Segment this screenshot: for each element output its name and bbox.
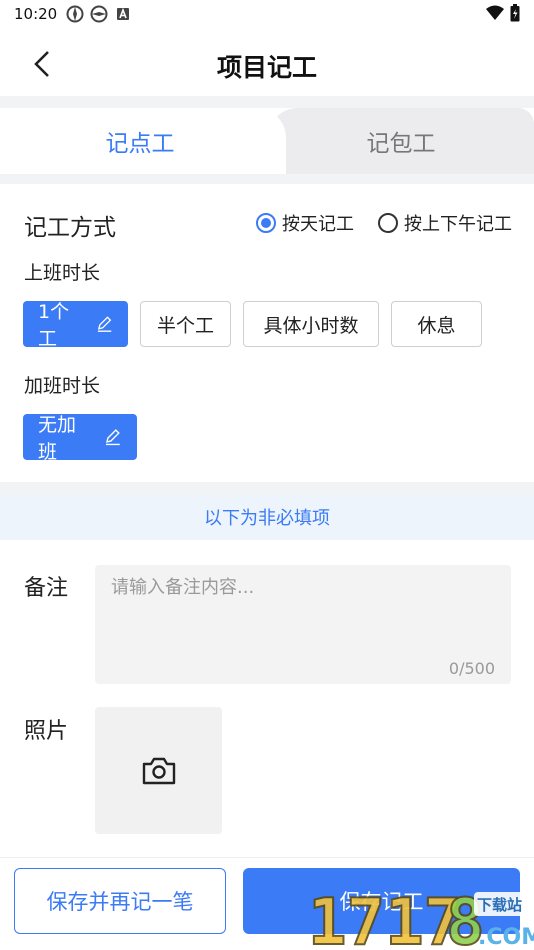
mode-label: 记工方式 — [24, 215, 116, 241]
edit-pencil-icon — [97, 316, 112, 332]
work-hours-label: 上班时长 — [24, 262, 101, 284]
save-and-next-button[interactable]: 保存并再记一笔 — [14, 868, 226, 934]
chip-label: 1个工 — [38, 301, 70, 350]
wifi-icon — [486, 5, 504, 20]
mode-radio-group: 按天记工 按上下午记工 — [256, 210, 512, 236]
app-notification-icon — [90, 5, 108, 23]
chip-half-day[interactable]: 半个工 — [140, 301, 231, 347]
add-photo-button[interactable] — [95, 707, 222, 834]
tab-point-work[interactable]: 记点工 — [0, 108, 280, 174]
work-form: 记工方式 按天记工 按上下午记工 上班时长 1个工 半个工 具体小时数 休息 加… — [0, 184, 534, 482]
radio-by-half-day[interactable]: 按上下午记工 — [378, 210, 512, 236]
system-icons — [486, 4, 520, 22]
radio-label: 按天记工 — [282, 214, 354, 235]
chip-no-overtime[interactable]: 无加班 — [23, 414, 137, 463]
bottom-action-bar: 保存并再记一笔 保存记工 — [0, 857, 534, 950]
divider — [0, 174, 534, 184]
a-badge-icon — [117, 7, 129, 20]
chip-specific-hours[interactable]: 具体小时数 — [243, 301, 379, 347]
chip-one-day[interactable]: 1个工 — [23, 301, 128, 350]
overtime-label: 加班时长 — [24, 375, 101, 397]
status-time: 10:20 — [14, 5, 58, 23]
radio-unchecked-icon — [378, 213, 398, 233]
remark-field[interactable]: 0/500 — [95, 565, 511, 684]
radio-checked-icon — [256, 213, 276, 233]
notification-icons — [66, 5, 132, 23]
overtime-options: 无加班 — [23, 414, 137, 463]
tab-bar: 记点工 记包工 — [0, 108, 534, 174]
edit-pencil-icon — [106, 429, 121, 446]
work-hours-options: 1个工 半个工 具体小时数 休息 — [23, 301, 482, 350]
radio-label: 按上下午记工 — [404, 214, 512, 235]
page-title: 项目记工 — [216, 53, 317, 82]
remark-input[interactable] — [111, 577, 491, 598]
radio-by-day[interactable]: 按天记工 — [256, 210, 354, 236]
battery-icon — [510, 4, 520, 22]
tab-contract-work[interactable]: 记包工 — [268, 108, 534, 174]
divider — [0, 96, 534, 108]
app-notification-icon — [66, 5, 84, 23]
remark-label: 备注 — [24, 576, 69, 601]
status-bar: 10:20 — [0, 0, 534, 30]
save-button[interactable]: 保存记工 — [243, 868, 520, 934]
photo-label: 照片 — [24, 719, 69, 744]
camera-icon — [142, 757, 175, 784]
optional-notice: 以下为非必填项 — [0, 494, 534, 540]
divider — [0, 482, 534, 494]
nav-bar: 项目记工 — [0, 30, 534, 96]
chip-rest[interactable]: 休息 — [391, 301, 482, 347]
chip-label: 无加班 — [38, 414, 77, 463]
remark-char-count: 0/500 — [448, 659, 495, 678]
